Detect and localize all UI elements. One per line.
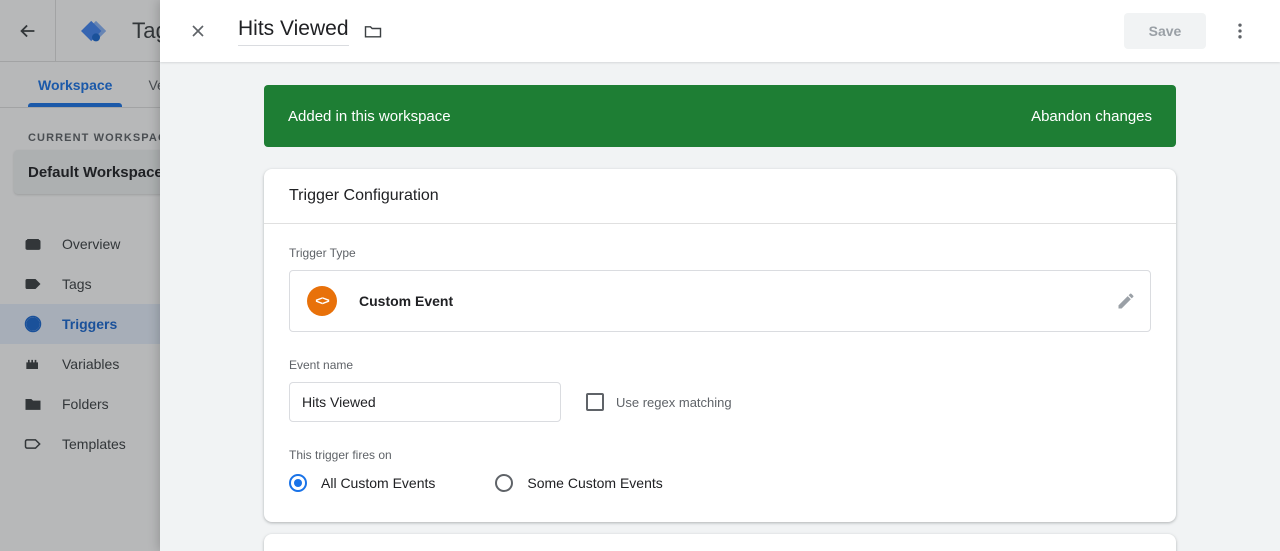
- trigger-type-field: Trigger Type <> Custom Event: [289, 246, 1151, 332]
- banner-message: Added in this workspace: [288, 107, 451, 125]
- radio-all-custom-events[interactable]: All Custom Events: [289, 474, 435, 492]
- save-button[interactable]: Save: [1124, 13, 1206, 49]
- code-brackets-icon: <>: [307, 286, 337, 316]
- radio-circle: [289, 474, 307, 492]
- radio-label: All Custom Events: [321, 475, 436, 491]
- trigger-type-value: Custom Event: [359, 293, 454, 309]
- more-vert-icon[interactable]: [1220, 11, 1260, 51]
- folder-icon[interactable]: [363, 21, 383, 41]
- trigger-configuration-card: Trigger Configuration Trigger Type <> Cu…: [264, 169, 1176, 522]
- checkbox-label: Use regex matching: [616, 394, 732, 410]
- fires-on-radio-group: All Custom Events Some Custom Events: [289, 474, 1151, 492]
- close-icon[interactable]: [184, 17, 212, 45]
- trigger-edit-modal: Hits Viewed Save Added in this workspace…: [160, 0, 1280, 551]
- modal-header: Hits Viewed Save: [160, 0, 1280, 62]
- radio-circle: [495, 474, 514, 492]
- screen: Tag Manager Workspace Versions CURRENT W…: [0, 0, 1280, 551]
- next-card-partial: [264, 534, 1176, 551]
- abandon-changes-link[interactable]: Abandon changes: [1031, 108, 1152, 125]
- trigger-type-label: Trigger Type: [289, 246, 356, 260]
- card-heading: Trigger Configuration: [264, 169, 1176, 224]
- event-name-field: Event name Use regex matching: [289, 358, 1151, 422]
- radio-label: Some Custom Events: [527, 475, 663, 491]
- pencil-icon[interactable]: [1116, 291, 1136, 311]
- event-name-input[interactable]: [289, 382, 561, 422]
- fires-on-field: This trigger fires on All Custom Events …: [289, 448, 1151, 492]
- radio-some-custom-events[interactable]: Some Custom Events: [495, 474, 663, 492]
- use-regex-matching-checkbox[interactable]: Use regex matching: [586, 393, 732, 411]
- trigger-type-selector[interactable]: <> Custom Event: [289, 270, 1151, 332]
- checkbox-box: [586, 393, 604, 411]
- modal-title-wrap: Hits Viewed: [238, 16, 383, 47]
- fires-on-label: This trigger fires on: [289, 448, 392, 462]
- card-body: Trigger Type <> Custom Event Event name …: [264, 224, 1176, 522]
- event-name-row: Use regex matching: [289, 382, 1151, 422]
- modal-body: Added in this workspace Abandon changes …: [160, 62, 1280, 551]
- modal-scrim[interactable]: [0, 0, 160, 551]
- event-name-label: Event name: [289, 358, 354, 372]
- workspace-status-banner: Added in this workspace Abandon changes: [264, 85, 1176, 147]
- trigger-name-input[interactable]: Hits Viewed: [238, 16, 349, 47]
